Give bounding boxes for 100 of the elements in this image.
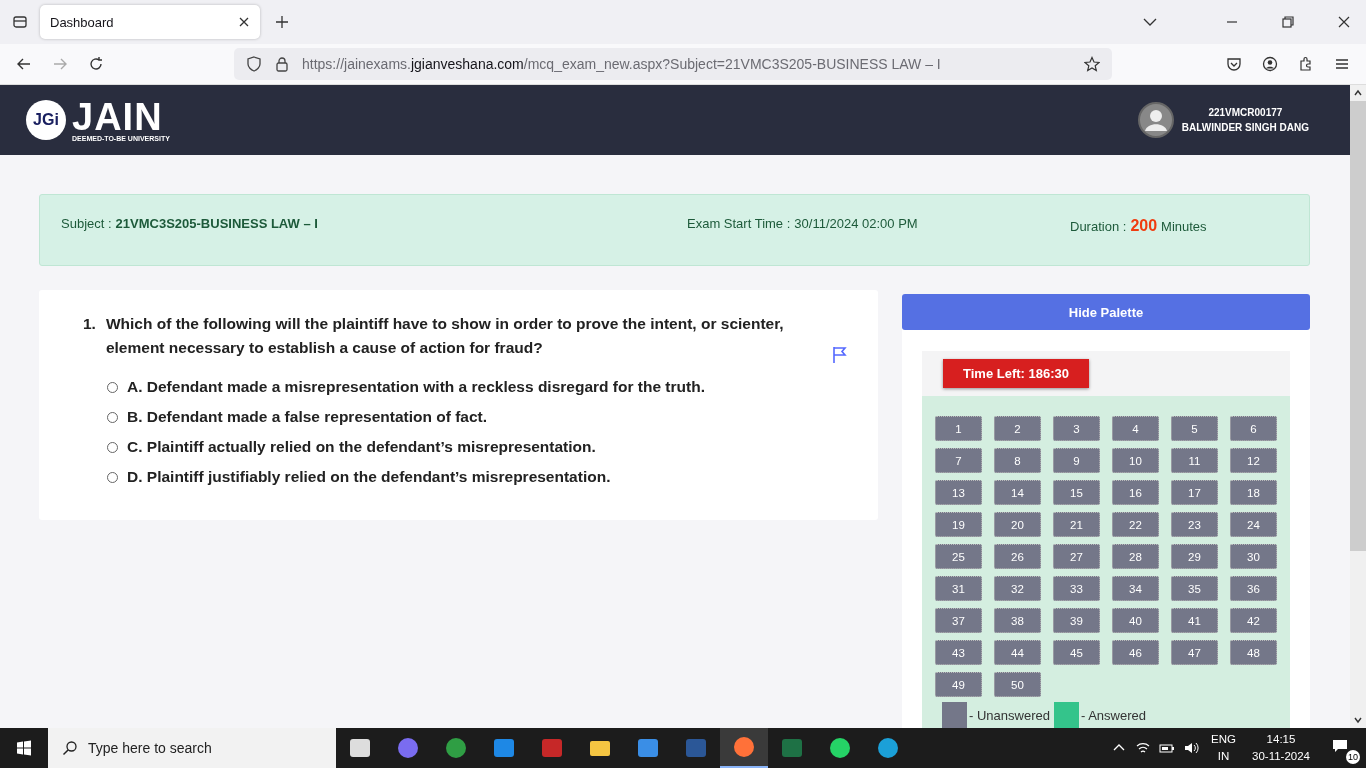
question-number-button[interactable]: 17 <box>1171 480 1218 505</box>
speaker-icon[interactable] <box>1183 740 1200 756</box>
question-number-button[interactable]: 11 <box>1171 448 1218 473</box>
question-number-button[interactable]: 6 <box>1230 416 1277 441</box>
taskbar-app[interactable] <box>720 728 768 768</box>
question-number: 1. <box>83 314 96 334</box>
question-number-button[interactable]: 33 <box>1053 576 1100 601</box>
question-number-button[interactable]: 7 <box>935 448 982 473</box>
question-number-button[interactable]: 43 <box>935 640 982 665</box>
question-number-button[interactable]: 30 <box>1230 544 1277 569</box>
question-text: Which of the following will the plaintiff have to show in order to prove the intent, or scienter, element necessary to establish a cause of action for fraud? <box>105 314 785 358</box>
hide-palette-button[interactable]: Hide Palette <box>902 294 1310 330</box>
question-number-button[interactable]: 15 <box>1053 480 1100 505</box>
address-bar[interactable]: https://jainexams.jgianveshana.com/mcq_exam_new.aspx?Subject=21VMC3S205-BUSINESS LAW – I <box>234 48 1112 80</box>
question-number-button[interactable]: 28 <box>1112 544 1159 569</box>
subject-value: 21VMC3S205-BUSINESS LAW – I <box>115 215 318 231</box>
question-number-button[interactable]: 36 <box>1230 576 1277 601</box>
account-icon[interactable] <box>1262 56 1278 72</box>
question-number-button[interactable]: 5 <box>1171 416 1218 441</box>
question-number-button[interactable]: 48 <box>1230 640 1277 665</box>
question-number-button[interactable]: 1 <box>935 416 982 441</box>
question-number-button[interactable]: 39 <box>1053 608 1100 633</box>
scroll-down-icon[interactable] <box>1353 715 1363 725</box>
question-number-button[interactable]: 49 <box>935 672 982 697</box>
question-number-button[interactable]: 24 <box>1230 512 1277 537</box>
question-number-button[interactable]: 27 <box>1053 544 1100 569</box>
search-field[interactable]: Type here to search <box>48 728 336 768</box>
scrollbar[interactable] <box>1350 85 1366 728</box>
question-number-button[interactable]: 37 <box>935 608 982 633</box>
legend-label: - Unanswered <box>969 707 1050 723</box>
restore-icon[interactable] <box>1280 14 1296 30</box>
option-text[interactable]: A. Defendant made a misrepresentation with a reckless disregard for the truth. <box>127 378 705 396</box>
notification-count: 10 <box>1346 750 1360 764</box>
logo-badge: JGi <box>26 100 66 140</box>
question-number-button[interactable]: 19 <box>935 512 982 537</box>
question-number-button[interactable]: 50 <box>994 672 1041 697</box>
question-number-button[interactable]: 40 <box>1112 608 1159 633</box>
question-number-button[interactable]: 34 <box>1112 576 1159 601</box>
question-number-button[interactable]: 45 <box>1053 640 1100 665</box>
user-id: 221VMCR00177 <box>1208 107 1283 118</box>
search-icon <box>62 740 78 756</box>
question-number-button[interactable]: 12 <box>1230 448 1277 473</box>
shield-icon <box>246 56 262 72</box>
question-number-button[interactable]: 46 <box>1112 640 1159 665</box>
lock-icon <box>274 56 290 72</box>
question-number-button[interactable]: 41 <box>1171 608 1218 633</box>
option-text[interactable]: D. Plaintiff justifiably relied on the defendant’s misrepresentation. <box>127 468 611 486</box>
question-number-button[interactable]: 2 <box>994 416 1041 441</box>
question-number-button[interactable]: 16 <box>1112 480 1159 505</box>
user-name: BALWINDER SINGH DANG <box>1181 122 1309 133</box>
flag-icon[interactable] <box>832 346 848 364</box>
question-number-button[interactable]: 23 <box>1171 512 1218 537</box>
duration-unit: Minutes <box>1161 219 1207 234</box>
notification-icon[interactable] <box>1332 738 1348 754</box>
question-number-button[interactable]: 25 <box>935 544 982 569</box>
question-number-button[interactable]: 38 <box>994 608 1041 633</box>
question-number-button[interactable]: 26 <box>994 544 1041 569</box>
question-number-button[interactable]: 13 <box>935 480 982 505</box>
reload-icon[interactable] <box>88 56 104 72</box>
scrollbar-thumb[interactable] <box>1350 101 1366 551</box>
question-number-button[interactable]: 3 <box>1053 416 1100 441</box>
question-number-button[interactable]: 4 <box>1112 416 1159 441</box>
back-icon[interactable] <box>16 56 32 72</box>
close-icon[interactable] <box>1336 14 1352 30</box>
pocket-icon[interactable] <box>1226 56 1242 72</box>
question-number-button[interactable]: 21 <box>1053 512 1100 537</box>
question-number-button[interactable]: 29 <box>1171 544 1218 569</box>
question-number-button[interactable]: 47 <box>1171 640 1218 665</box>
star-icon[interactable] <box>1084 56 1100 72</box>
option-text[interactable]: B. Defendant made a false representation of fact. <box>127 408 488 426</box>
tab-list-icon[interactable] <box>12 14 28 30</box>
question-number-button[interactable]: 8 <box>994 448 1041 473</box>
clock[interactable]: 14:15 30-11-2024 <box>1252 731 1310 765</box>
close-icon[interactable] <box>238 16 250 28</box>
question-number-button[interactable]: 10 <box>1112 448 1159 473</box>
question-number-button[interactable]: 22 <box>1112 512 1159 537</box>
scroll-up-icon[interactable] <box>1353 88 1363 98</box>
question-number-button[interactable]: 44 <box>994 640 1041 665</box>
option-text[interactable]: C. Plaintiff actually relied on the defendant’s misrepresentation. <box>127 438 596 456</box>
logo-name: JAIN <box>72 98 163 135</box>
avatar-icon <box>1137 102 1174 138</box>
duration-value: 200 <box>1130 217 1158 235</box>
start-icon[interactable] <box>16 740 32 756</box>
question-number-button[interactable]: 18 <box>1230 480 1277 505</box>
question-number-button[interactable]: 32 <box>994 576 1041 601</box>
url-text: https://jainexams.jgianveshana.com/mcq_exam_new.aspx?Subject=21VMC3S205-BUSINESS LAW – I <box>302 56 942 72</box>
legend-label: - Answered <box>1080 707 1146 723</box>
menu-icon[interactable] <box>1334 56 1350 72</box>
puzzle-icon[interactable] <box>1298 56 1314 72</box>
start-time-label: Exam Start Time : <box>687 215 791 231</box>
question-number-button[interactable]: 42 <box>1230 608 1277 633</box>
browser-tab[interactable]: Dashboard <box>40 5 260 39</box>
question-number-button[interactable]: 31 <box>935 576 982 601</box>
question-number-button[interactable]: 35 <box>1171 576 1218 601</box>
language-indicator[interactable]: ENG IN <box>1211 731 1236 765</box>
start-time-value: 30/11/2024 02:00 PM <box>794 215 918 231</box>
question-number-button[interactable]: 9 <box>1053 448 1100 473</box>
question-number-button[interactable]: 20 <box>994 512 1041 537</box>
question-number-button[interactable]: 14 <box>994 480 1041 505</box>
new-tab-icon[interactable] <box>274 14 290 30</box>
